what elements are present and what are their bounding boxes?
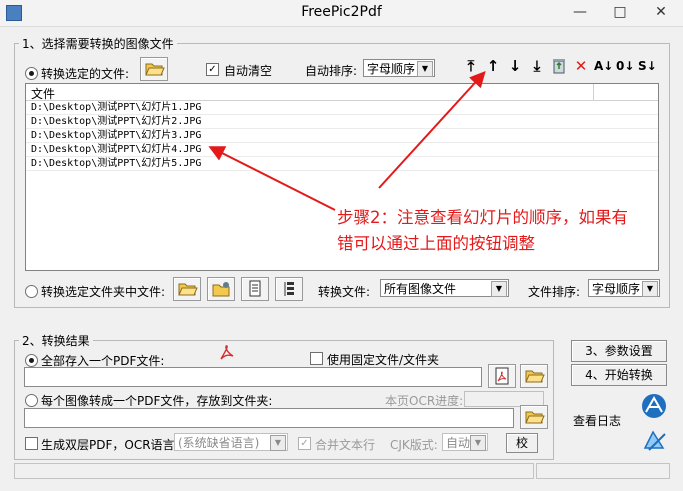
chevron-down-icon: ▼ bbox=[270, 435, 286, 451]
pdf-file-icon bbox=[495, 367, 509, 385]
radio-folder[interactable] bbox=[25, 285, 38, 298]
view-log-button[interactable]: 查看日志 bbox=[573, 412, 621, 429]
convert-files-select[interactable]: 所有图像文件 ▼ bbox=[380, 279, 509, 297]
file-sort-label: 文件排序: bbox=[528, 285, 581, 299]
param-settings-button[interactable]: 3、参数设置 bbox=[571, 340, 667, 362]
use-fixed-checkbox[interactable] bbox=[310, 352, 323, 365]
output-group-title: 2、转换结果 bbox=[19, 332, 93, 349]
folder-open-icon bbox=[525, 370, 545, 383]
merge-lines-checkbox[interactable]: ✓ bbox=[298, 437, 311, 450]
each-pdf-folder-button[interactable] bbox=[520, 405, 548, 429]
each-pdf-folder-input[interactable] bbox=[24, 408, 514, 428]
app-logo-icon bbox=[642, 394, 666, 418]
folder-gear-icon bbox=[212, 282, 230, 297]
document-icon bbox=[249, 280, 261, 297]
arrow-to-toolbar bbox=[378, 71, 486, 189]
ocr-language-select[interactable]: (系统缺省语言) ▼ bbox=[174, 433, 288, 451]
file-sort-value: 字母顺序 bbox=[592, 282, 641, 296]
cjk-value: 自动 bbox=[446, 436, 471, 450]
dual-layer-label: 生成双层PDF，OCR语言: bbox=[41, 438, 179, 452]
chevron-down-icon: ▼ bbox=[470, 435, 486, 451]
dual-layer-checkbox[interactable] bbox=[25, 437, 38, 450]
pdf-file-button[interactable] bbox=[488, 364, 516, 388]
document-button[interactable] bbox=[241, 277, 269, 301]
single-pdf-path-input[interactable] bbox=[24, 367, 482, 387]
radio-single-pdf[interactable] bbox=[25, 354, 38, 367]
file-sort-select[interactable]: 字母顺序 ▼ bbox=[588, 279, 660, 297]
chevron-down-icon: ▼ bbox=[491, 281, 507, 297]
convert-files-label: 转换文件: bbox=[318, 285, 371, 299]
radio-each-pdf[interactable] bbox=[25, 394, 38, 407]
merge-lines-label: 合并文本行 bbox=[315, 438, 376, 452]
use-fixed-label: 使用固定文件/文件夹 bbox=[327, 353, 440, 367]
status-bar-right bbox=[536, 463, 670, 479]
radio-each-pdf-label: 每个图像转成一个PDF文件，存放到文件夹: bbox=[41, 394, 273, 408]
ocr-progress-label: 本页OCR进度: bbox=[385, 394, 464, 408]
cjk-label: CJK版式: bbox=[390, 438, 438, 452]
start-convert-button[interactable]: 4、开始转换 bbox=[571, 364, 667, 386]
cjk-select[interactable]: 自动 ▼ bbox=[442, 433, 488, 451]
radio-folder-label: 转换选定文件夹中文件: bbox=[41, 285, 166, 299]
check-button[interactable]: 校 bbox=[506, 433, 538, 453]
pdf-logo-icon bbox=[220, 345, 234, 360]
open-folder-button[interactable] bbox=[173, 277, 201, 301]
folder-open-icon bbox=[178, 283, 198, 296]
folder-open-icon bbox=[525, 411, 545, 424]
annotation-line-1: 步骤2：注意查看幻灯片的顺序，如果有 bbox=[337, 208, 628, 227]
tool-logo-icon bbox=[643, 430, 666, 451]
convert-files-value: 所有图像文件 bbox=[384, 282, 457, 296]
chevron-down-icon: ▼ bbox=[642, 281, 658, 297]
tree-list-icon bbox=[284, 282, 294, 296]
arrow-to-list bbox=[208, 146, 336, 211]
annotation-line-2: 错可以通过上面的按钮调整 bbox=[337, 234, 535, 253]
status-bar bbox=[14, 463, 534, 479]
folder-settings-button[interactable] bbox=[207, 277, 235, 301]
single-pdf-folder-button[interactable] bbox=[520, 364, 548, 388]
ocr-language-value: (系统缺省语言) bbox=[178, 436, 260, 450]
annotation-text: 步骤2：注意查看幻灯片的顺序，如果有 错可以通过上面的按钮调整 bbox=[337, 205, 628, 257]
tree-button[interactable] bbox=[275, 277, 303, 301]
